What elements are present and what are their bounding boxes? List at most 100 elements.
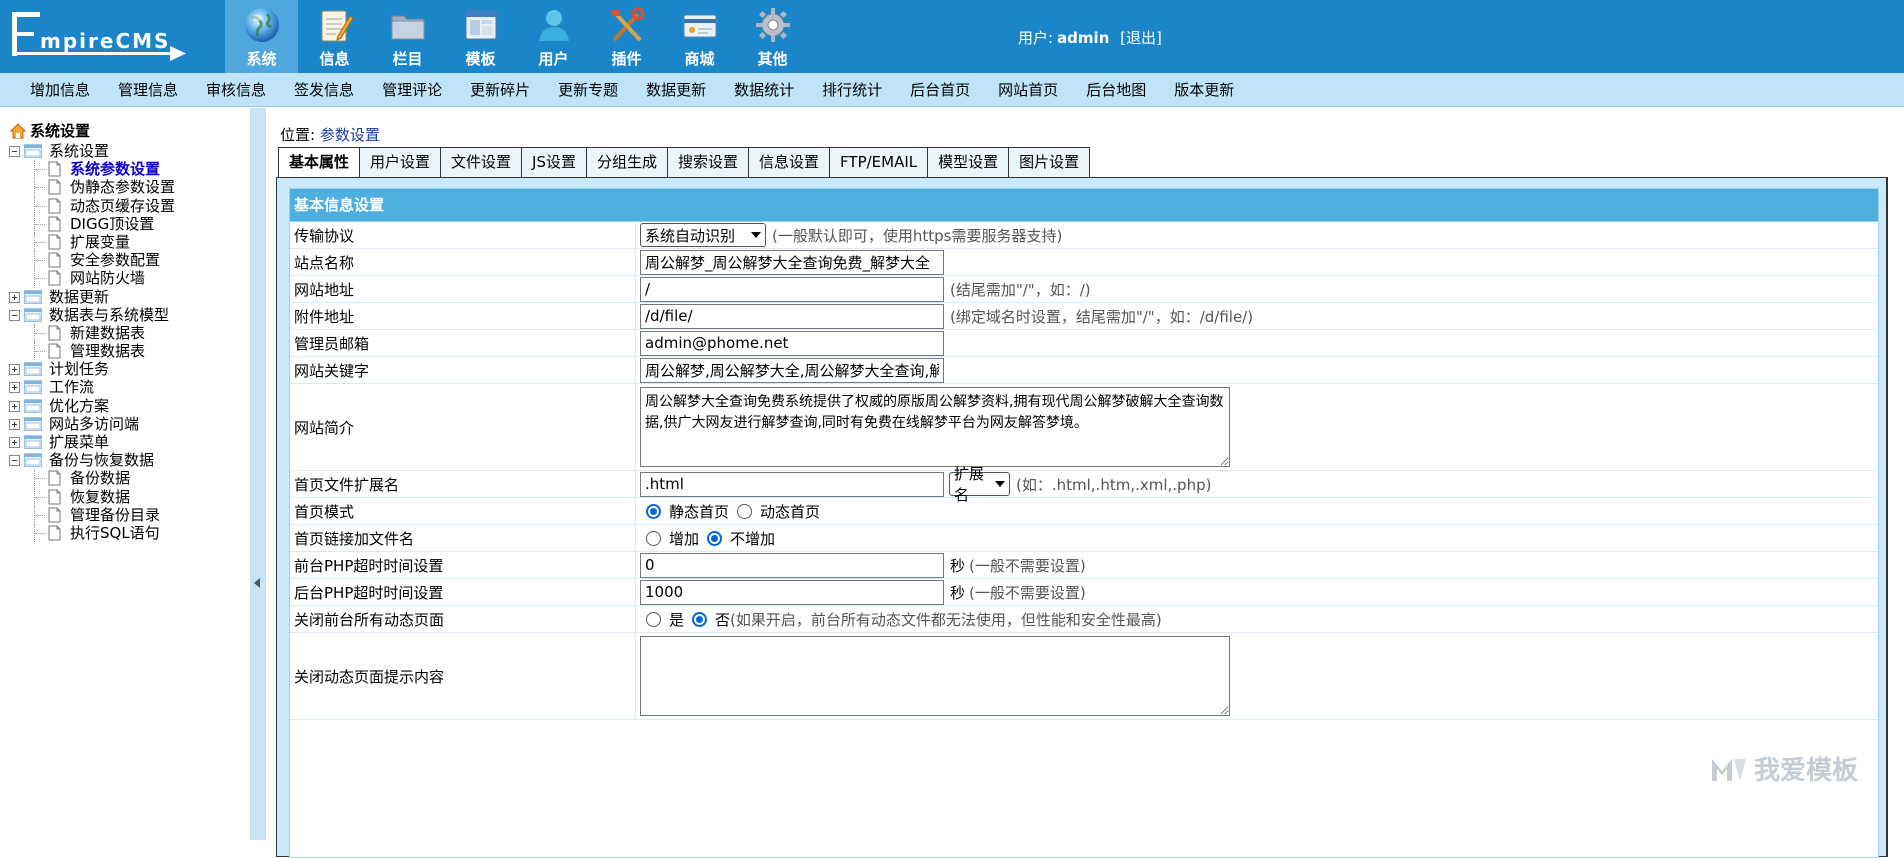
- tree-group-4[interactable]: 工作流: [8, 378, 94, 396]
- radio-dot[interactable]: [646, 503, 661, 519]
- tree-group-7[interactable]: 扩展菜单: [8, 433, 109, 451]
- radio-static-index[interactable]: 静态首页: [646, 501, 729, 522]
- tree-item[interactable]: 扩展变量: [8, 232, 130, 252]
- admin-email-input[interactable]: [640, 330, 944, 356]
- tree-item[interactable]: 恢复数据: [8, 487, 130, 506]
- collapse-icon[interactable]: [9, 146, 20, 157]
- nav-item-3[interactable]: 模板: [444, 0, 517, 73]
- keywords-input[interactable]: [640, 357, 944, 383]
- quick-menu-item[interactable]: 网站首页: [990, 79, 1058, 100]
- site-url-input[interactable]: [640, 276, 944, 302]
- tab-8[interactable]: 模型设置: [927, 147, 1010, 177]
- row-index-mode: 首页模式 静态首页 动态首页: [290, 498, 1878, 525]
- expand-icon[interactable]: [9, 364, 20, 376]
- nav-item-6[interactable]: 商城: [663, 0, 736, 73]
- nav-item-7[interactable]: 其他: [736, 0, 809, 73]
- tree-root-label: 系统设置: [30, 122, 91, 140]
- index-ext-input[interactable]: [640, 471, 944, 497]
- intro-textarea[interactable]: 周公解梦大全查询免费系统提供了权威的原版周公解梦资料,拥有现代周公解梦破解大全查…: [640, 387, 1230, 467]
- tree-item[interactable]: 动态页缓存设置: [8, 196, 175, 215]
- tree-group-2[interactable]: 数据表与系统模型: [8, 306, 169, 324]
- attach-url-input[interactable]: [640, 303, 944, 329]
- front-timeout-input[interactable]: [640, 552, 944, 578]
- nav-item-0[interactable]: 系统: [225, 0, 298, 73]
- tree-group-6[interactable]: 网站多访问端: [8, 415, 139, 433]
- tree-item[interactable]: 伪静态参数设置: [8, 178, 175, 197]
- tree-group-8[interactable]: 备份与恢复数据: [8, 451, 154, 469]
- quick-menu-item[interactable]: 签发信息: [286, 79, 354, 100]
- tree-group-0[interactable]: 系统设置: [8, 142, 109, 160]
- expand-icon[interactable]: [9, 400, 20, 412]
- tree-item[interactable]: DIGG顶设置: [8, 214, 154, 233]
- collapse-icon[interactable]: [9, 309, 20, 321]
- nav-item-4[interactable]: 用户: [517, 0, 590, 73]
- close-msg-textarea[interactable]: [640, 636, 1230, 716]
- expand-icon[interactable]: [9, 291, 20, 303]
- radio-dot[interactable]: [707, 530, 723, 546]
- location-link[interactable]: 参数设置: [320, 126, 380, 144]
- quick-menu-item[interactable]: 更新碎片: [462, 79, 530, 100]
- front-timeout-unit: 秒: [950, 556, 966, 575]
- expand-icon[interactable]: [9, 437, 20, 448]
- tree-item[interactable]: 新建数据表: [8, 323, 145, 343]
- keywords-label: 网站关键字: [290, 357, 636, 383]
- radio-dot[interactable]: [646, 611, 661, 627]
- radio-dot[interactable]: [692, 611, 708, 627]
- quick-menu-item[interactable]: 审核信息: [198, 79, 266, 100]
- tab-1[interactable]: 用户设置: [359, 147, 442, 177]
- collapse-icon[interactable]: [9, 455, 20, 467]
- quick-menu-item[interactable]: 增加信息: [22, 79, 90, 100]
- quick-menu-item[interactable]: 数据统计: [726, 79, 794, 100]
- document-icon: [48, 179, 61, 195]
- tab-6[interactable]: 信息设置: [748, 147, 831, 177]
- logout-link[interactable]: [退出]: [1120, 29, 1162, 47]
- radio-yes[interactable]: 是: [646, 609, 684, 630]
- radio-add[interactable]: 增加: [646, 528, 699, 549]
- radio-no[interactable]: 否: [692, 609, 730, 630]
- tree-group-5[interactable]: 优化方案: [8, 397, 109, 415]
- tree-group-label: 工作流: [49, 378, 95, 397]
- quick-menu-item[interactable]: 数据更新: [638, 79, 706, 100]
- radio-dynamic-index[interactable]: 动态首页: [737, 501, 820, 522]
- tree-root[interactable]: 系统设置: [8, 120, 90, 142]
- quick-menu-item[interactable]: 管理评论: [374, 79, 442, 100]
- ext-select[interactable]: 扩展名: [949, 465, 1010, 504]
- quick-menu-item[interactable]: 管理信息: [110, 79, 178, 100]
- site-name-input[interactable]: [640, 249, 944, 275]
- nav-item-2[interactable]: 栏目: [371, 0, 444, 73]
- radio-dot[interactable]: [737, 503, 753, 519]
- protocol-select[interactable]: 系统自动识别: [640, 223, 766, 247]
- sidebar-splitter[interactable]: [250, 108, 266, 840]
- tab-0[interactable]: 基本属性: [278, 147, 361, 178]
- quick-menu-item[interactable]: 版本更新: [1166, 79, 1234, 100]
- quick-menu-item[interactable]: 后台首页: [902, 79, 970, 100]
- tree-group-1[interactable]: 数据更新: [8, 288, 109, 306]
- tree-item[interactable]: 执行SQL语句: [8, 523, 160, 543]
- empirecms-logo[interactable]: mpireCMS: [10, 8, 220, 66]
- tab-2[interactable]: 文件设置: [440, 147, 523, 177]
- tree-item[interactable]: 网站防火墙: [8, 269, 145, 288]
- quick-menu-item[interactable]: 更新专题: [550, 79, 618, 100]
- radio-dot[interactable]: [646, 530, 661, 546]
- tree-group-3[interactable]: 计划任务: [8, 360, 109, 378]
- nav-item-5[interactable]: 插件: [590, 0, 663, 73]
- tree-item[interactable]: 系统参数设置: [8, 160, 160, 179]
- nav-item-1[interactable]: 信息: [298, 0, 371, 73]
- tab-7[interactable]: FTP/EMAIL: [829, 147, 929, 177]
- site-url-hint: (结尾需加"/"，如：/): [950, 280, 1091, 299]
- tree-item[interactable]: 管理数据表: [8, 342, 145, 361]
- collapse-arrow-icon[interactable]: [254, 578, 260, 588]
- tab-5[interactable]: 搜索设置: [667, 147, 750, 177]
- quick-menu-item[interactable]: 后台地图: [1078, 79, 1146, 100]
- tree-item[interactable]: 备份数据: [8, 469, 130, 488]
- tree-item[interactable]: 管理备份目录: [8, 505, 160, 524]
- quick-menu-item[interactable]: 排行统计: [814, 79, 882, 100]
- expand-icon[interactable]: [9, 382, 20, 394]
- tab-4[interactable]: 分组生成: [586, 147, 669, 177]
- expand-icon[interactable]: [9, 418, 20, 430]
- radio-no-add[interactable]: 不增加: [707, 528, 775, 549]
- tree-item[interactable]: 安全参数配置: [8, 251, 160, 270]
- tab-3[interactable]: JS设置: [521, 147, 587, 177]
- back-timeout-input[interactable]: [640, 579, 944, 605]
- tab-9[interactable]: 图片设置: [1008, 147, 1091, 177]
